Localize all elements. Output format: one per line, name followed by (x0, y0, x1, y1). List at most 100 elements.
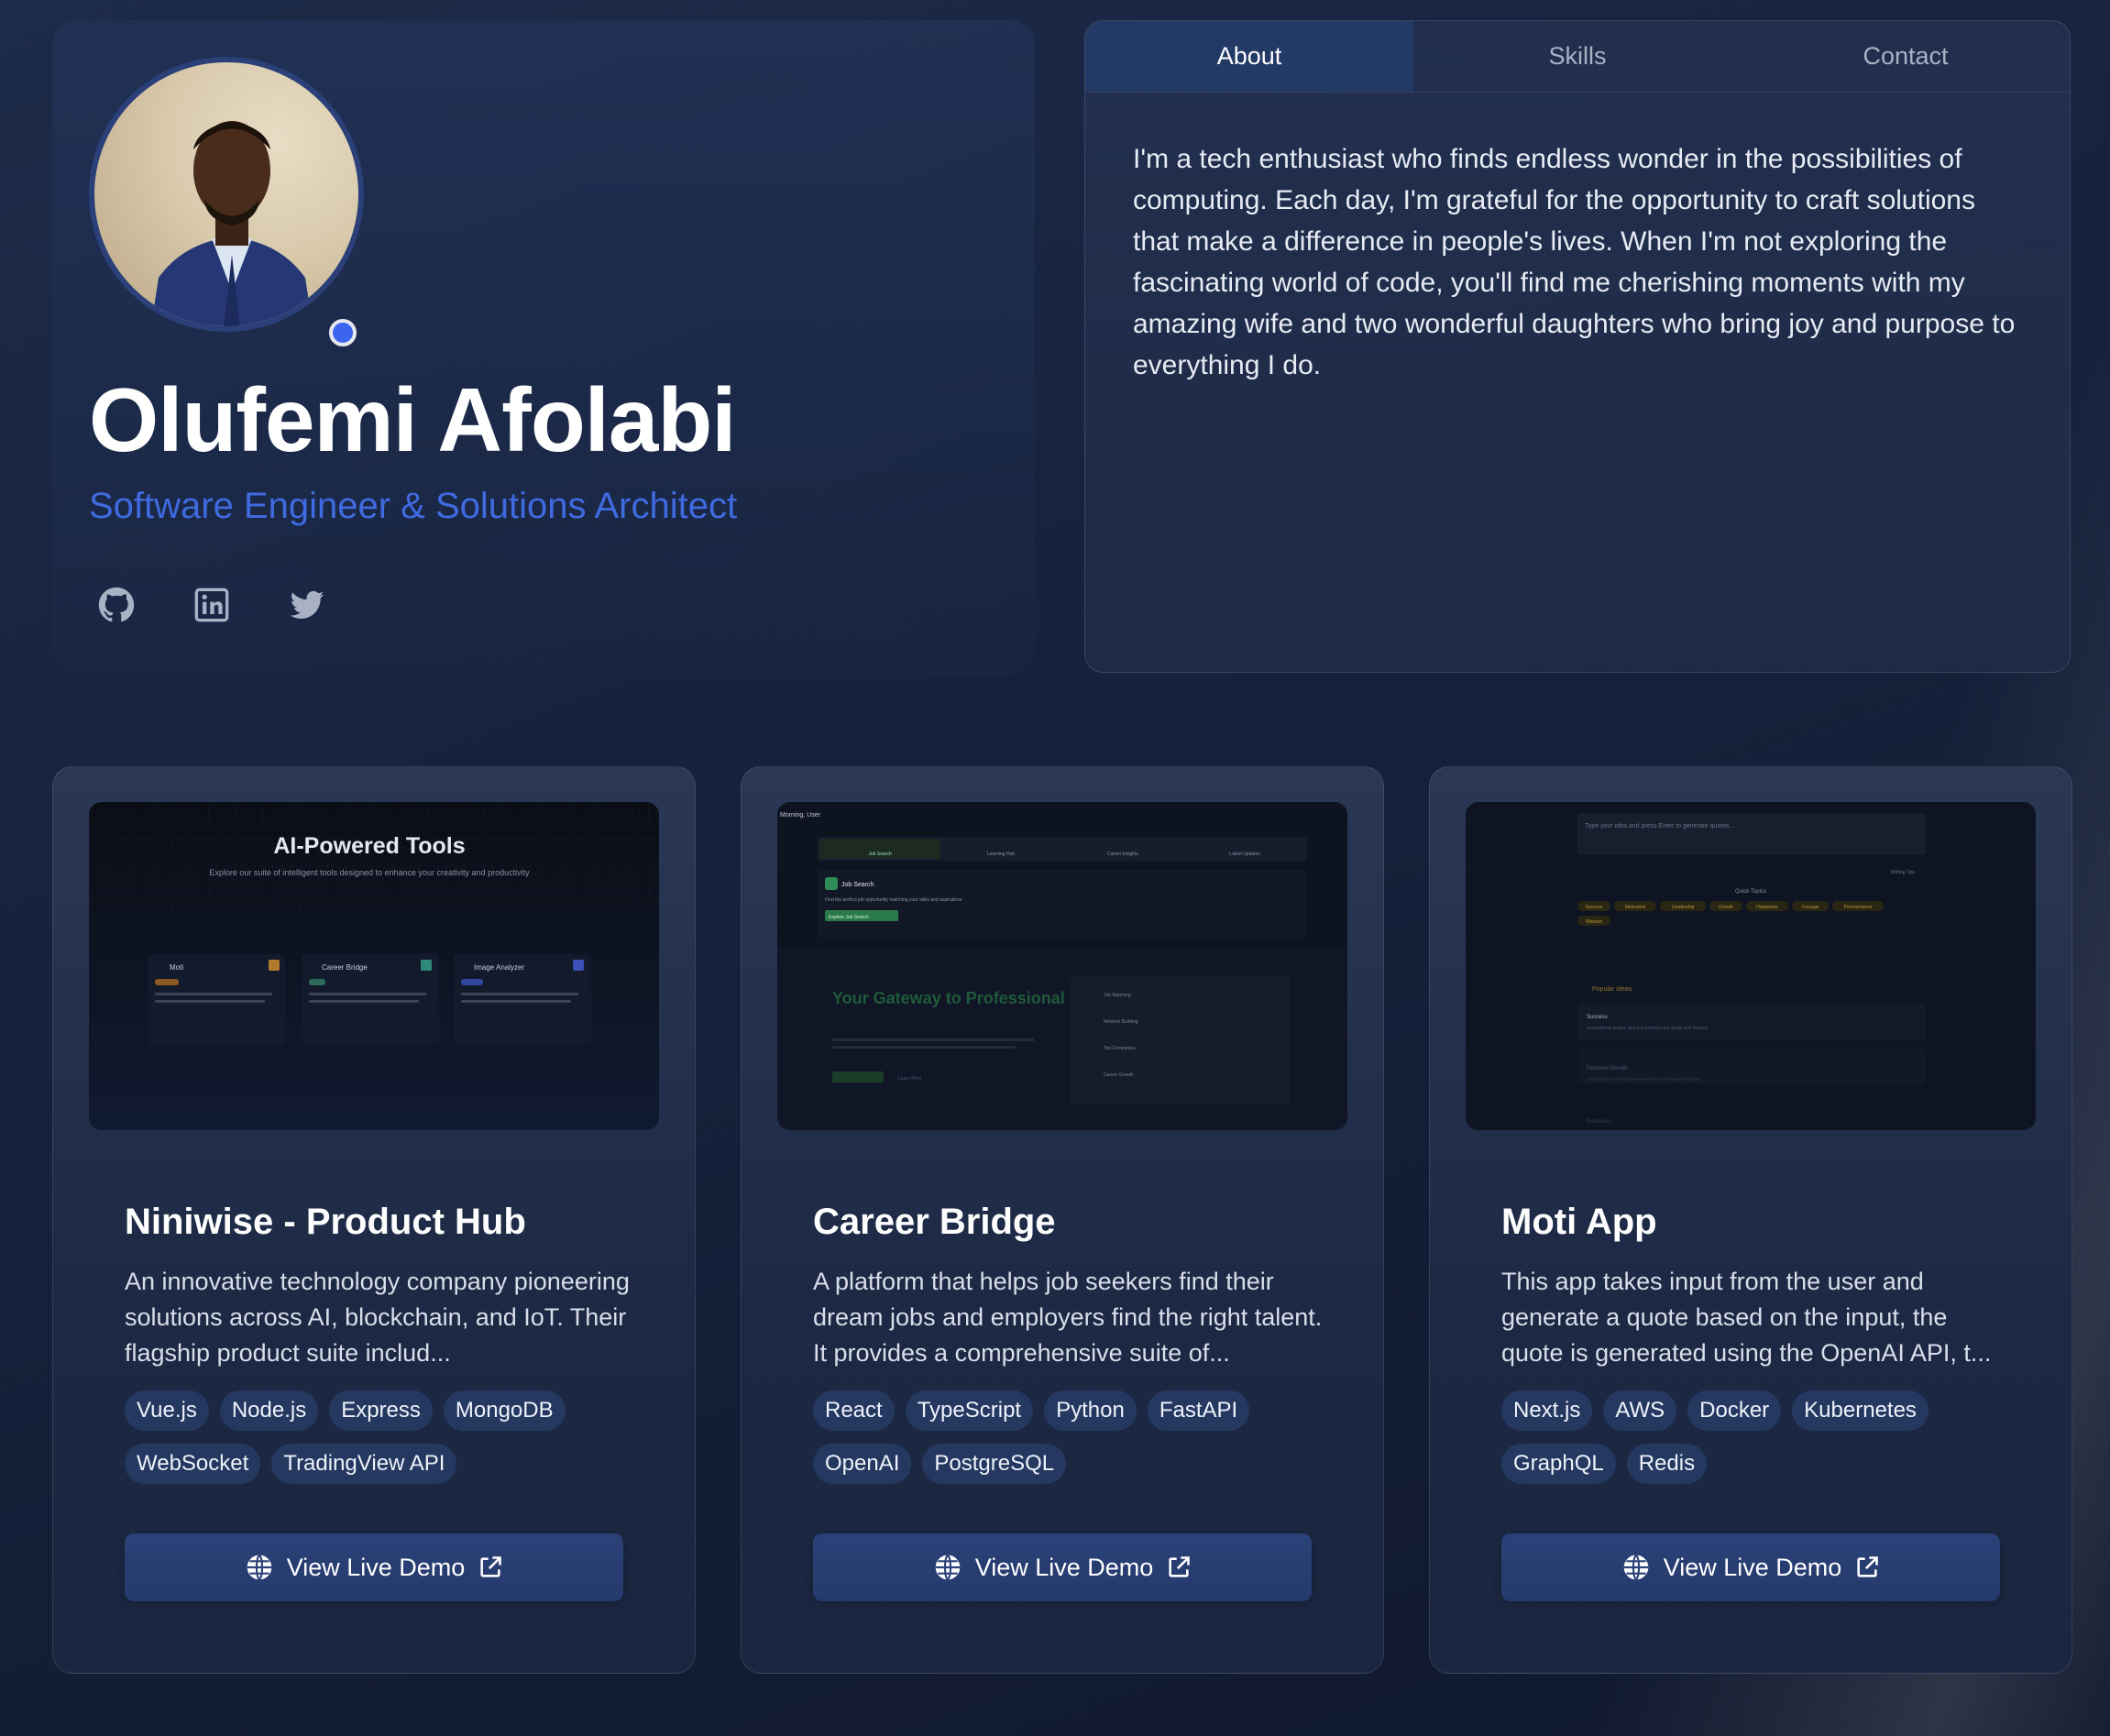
svg-text:Job Search: Job Search (841, 882, 874, 888)
preview-tool-image-analyzer: Image Analyzer (454, 954, 591, 1046)
twitter-icon[interactable] (289, 587, 325, 623)
project-card-career-bridge: Morning, User Job Search Learning Hub Ca… (741, 766, 1384, 1674)
external-link-icon (1857, 1556, 1879, 1577)
svg-text:Personal Growth: Personal Growth (1587, 1066, 1628, 1071)
tech-tag: React (813, 1390, 895, 1431)
tech-tag: Redis (1626, 1444, 1708, 1484)
view-live-demo-button[interactable]: View Live Demo (813, 1533, 1312, 1601)
svg-text:Quick Topics: Quick Topics (1735, 889, 1766, 895)
svg-text:Find the perfect job opportuni: Find the perfect job opportunity matchin… (825, 897, 962, 903)
tech-tag: Docker (1687, 1390, 1782, 1431)
svg-text:Morning, User: Morning, User (780, 812, 821, 819)
avatar-portrait (150, 121, 313, 326)
svg-text:Success: Success (1586, 905, 1603, 910)
globe-icon (247, 1554, 272, 1581)
view-live-demo-label: View Live Demo (974, 1553, 1154, 1581)
svg-text:Career Insights: Career Insights (1107, 852, 1138, 857)
svg-text:Top Companies: Top Companies (1104, 1046, 1136, 1051)
project-preview-moti-app[interactable]: Type your idea and press Enter to genera… (1466, 802, 2036, 1130)
preview-subheading: Explore our suite of intelligent tools d… (209, 868, 530, 877)
avatar-wrapper (89, 57, 364, 346)
preview-heading: AI-Powered Tools (273, 833, 465, 859)
project-description: An innovative technology company pioneer… (125, 1268, 630, 1367)
external-link-icon (1169, 1556, 1191, 1577)
svg-text:Perseverance: Perseverance (1844, 905, 1873, 910)
svg-text:Explore Job Search: Explore Job Search (829, 915, 869, 920)
tech-tag: Vue.js (125, 1390, 209, 1431)
project-preview-career-bridge[interactable]: Morning, User Job Search Learning Hub Ca… (777, 802, 1347, 1130)
view-live-demo-label: View Live Demo (1663, 1553, 1842, 1581)
linkedin-icon[interactable] (193, 587, 230, 623)
tab-bar: About Skills Contact (1085, 21, 2070, 93)
svg-text:Leadership: Leadership (1672, 905, 1695, 910)
tech-tag: TypeScript (905, 1390, 1034, 1431)
project-description: A platform that helps job seekers find t… (813, 1268, 1323, 1367)
svg-text:Learn More: Learn More (898, 1076, 922, 1082)
project-preview-niniwise[interactable]: AI-Powered Tools Explore our suite of in… (89, 802, 659, 1130)
tech-tags: Vue.js Node.js Express MongoDB WebSocket… (125, 1390, 638, 1484)
tech-tag: Python (1044, 1390, 1137, 1431)
tech-tag: WebSocket (125, 1444, 261, 1484)
globe-icon (1623, 1554, 1649, 1581)
preview-tool-career-bridge: Career Bridge (302, 954, 439, 1046)
tech-tag: Node.js (219, 1390, 319, 1431)
svg-text:Network Building: Network Building (1104, 1019, 1138, 1025)
svg-text:Popular Ideas: Popular Ideas (1592, 986, 1632, 993)
social-links (98, 587, 325, 623)
tech-tag: PostgreSQL (922, 1444, 1067, 1484)
info-tabs-panel: About Skills Contact I'm a tech enthusia… (1084, 20, 2071, 673)
career-bridge-preview-image: Morning, User Job Search Learning Hub Ca… (777, 802, 1347, 1130)
tech-tag: FastAPI (1147, 1390, 1250, 1431)
svg-text:Happiness: Happiness (1756, 905, 1778, 910)
svg-text:Resilience: Resilience (1587, 1119, 1612, 1125)
profile-role: Software Engineer & Solutions Architect (89, 486, 738, 526)
globe-icon (935, 1554, 961, 1581)
svg-text:Motivation: Motivation (1625, 905, 1646, 910)
tech-tag: TradingView API (271, 1444, 457, 1484)
svg-text:Type your idea and press Enter: Type your idea and press Enter to genera… (1585, 823, 1734, 830)
project-title: Moti App (1501, 1202, 1657, 1242)
svg-text:Growth: Growth (1719, 905, 1733, 910)
preview-tool-moti: Moti (148, 954, 285, 1046)
profile-name: Olufemi Afolabi (89, 369, 737, 470)
tech-tag: OpenAI (813, 1444, 912, 1484)
view-live-demo-label: View Live Demo (286, 1553, 466, 1581)
avatar (89, 57, 364, 332)
about-text: I'm a tech enthusiast who finds endless … (1133, 144, 2016, 380)
svg-text:Wisdom: Wisdom (1586, 919, 1602, 925)
niniwise-preview-image: AI-Powered Tools Explore our suite of in… (89, 802, 659, 1130)
svg-text:Image Analyzer: Image Analyzer (474, 963, 524, 972)
project-card-moti-app: Type your idea and press Enter to genera… (1429, 766, 2072, 1674)
tech-tags: React TypeScript Python FastAPI OpenAI P… (813, 1390, 1326, 1484)
tab-skills[interactable]: Skills (1413, 21, 1742, 92)
svg-text:Quotes about self-improvement: Quotes about self-improvement and contin… (1587, 1077, 1700, 1082)
project-card-niniwise: AI-Powered Tools Explore our suite of in… (52, 766, 696, 1674)
moti-app-preview-image: Type your idea and press Enter to genera… (1466, 802, 2036, 1130)
profile-card: Olufemi Afolabi Software Engineer & Solu… (52, 20, 1035, 676)
svg-text:Success: Success (1587, 1015, 1608, 1020)
tech-tag: Next.js (1501, 1390, 1593, 1431)
project-title: Career Bridge (813, 1202, 1056, 1242)
tab-contact[interactable]: Contact (1742, 21, 2070, 92)
view-live-demo-button[interactable]: View Live Demo (1501, 1533, 2000, 1601)
svg-text:Moti: Moti (170, 963, 183, 972)
svg-text:Courage: Courage (1801, 905, 1819, 910)
svg-text:Career Bridge: Career Bridge (322, 963, 368, 972)
project-description: This app takes input from the user and g… (1501, 1268, 1992, 1367)
svg-text:Inspirational quotes about ach: Inspirational quotes about achieving you… (1587, 1026, 1709, 1031)
tech-tag: AWS (1603, 1390, 1677, 1431)
tech-tags: Next.js AWS Docker Kubernetes GraphQL Re… (1501, 1390, 2015, 1484)
project-title: Niniwise - Product Hub (125, 1202, 526, 1242)
external-link-icon (480, 1556, 502, 1577)
tech-tag: GraphQL (1501, 1444, 1616, 1484)
tech-tag: Express (329, 1390, 433, 1431)
tab-about[interactable]: About (1085, 21, 1413, 92)
svg-text:Writing Tips: Writing Tips (1891, 870, 1916, 875)
github-icon[interactable] (98, 587, 135, 623)
svg-text:Job Matching: Job Matching (1104, 993, 1131, 998)
online-status-dot (329, 319, 357, 346)
tech-tag: Kubernetes (1792, 1390, 1929, 1431)
svg-text:Career Growth: Career Growth (1104, 1072, 1134, 1078)
svg-text:Job Search: Job Search (868, 852, 892, 857)
view-live-demo-button[interactable]: View Live Demo (125, 1533, 623, 1601)
